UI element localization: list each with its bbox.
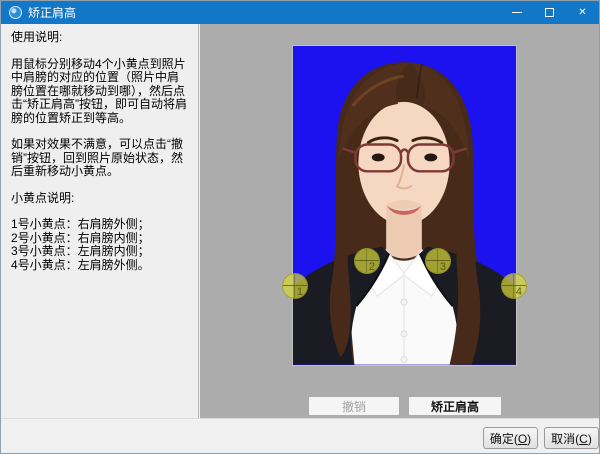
shoulder-dot-2[interactable]: 2 xyxy=(354,248,380,274)
close-button[interactable]: ✕ xyxy=(566,1,599,24)
crosshair-horizontal xyxy=(426,260,450,261)
dot-number: 1 xyxy=(296,286,303,298)
usage-paragraph-2: 如果对效果不满意，可以点击“撤销”按钮，回到照片原始状态，然后重新移动小黄点。 xyxy=(11,137,183,178)
dot-legend-2: 2号小黄点：右肩膀内侧； xyxy=(11,230,150,245)
dot-number: 4 xyxy=(515,286,522,298)
correct-shoulder-button[interactable]: 矫正肩高 xyxy=(408,396,502,416)
footer-bar: 确定(O) 取消(C) xyxy=(1,418,599,453)
crosshair-vertical xyxy=(513,274,514,298)
maximize-button[interactable] xyxy=(533,1,566,24)
crosshair-horizontal xyxy=(502,285,526,286)
cancel-mnemonic: C xyxy=(579,431,588,446)
minimize-button[interactable] xyxy=(500,1,533,24)
correct-shoulder-dialog: 矫正肩高 ✕ 使用说明: 用鼠标分别移动4个小黄点到照片中肩膀的对应的位置（照片… xyxy=(0,0,600,454)
window-title: 矫正肩高 xyxy=(28,6,77,20)
dot-number: 3 xyxy=(439,261,446,273)
window-controls: ✕ xyxy=(500,1,599,24)
minimize-icon xyxy=(511,12,522,13)
ok-mnemonic: O xyxy=(517,431,528,446)
usage-title: 使用说明: xyxy=(11,30,63,44)
cancel-label-suffix: ) xyxy=(587,431,592,446)
usage-paragraph-1: 用鼠标分别移动4个小黄点到照片中肩膀的对应的位置（照片中肩膀位置在哪就移动到哪）… xyxy=(11,56,187,125)
ok-button[interactable]: 确定(O) xyxy=(483,427,538,449)
instructions-panel: 使用说明: 用鼠标分别移动4个小黄点到照片中肩膀的对应的位置（照片中肩膀位置在哪… xyxy=(1,24,199,418)
ok-label-suffix: ) xyxy=(527,431,532,446)
undo-button[interactable]: 撤销 xyxy=(308,396,400,416)
shoulder-dot-4[interactable]: 4 xyxy=(501,273,527,299)
cancel-button[interactable]: 取消(C) xyxy=(544,427,599,449)
dot-legend-1: 1号小黄点：右肩膀外侧； xyxy=(11,217,150,231)
crosshair-vertical xyxy=(366,249,367,273)
maximize-icon xyxy=(545,8,554,17)
title-bar[interactable]: 矫正肩高 ✕ xyxy=(1,1,599,24)
portrait-photo xyxy=(292,45,517,366)
dot-number: 2 xyxy=(368,261,375,273)
dot-legend-3: 3号小黄点：左肩膀内侧； xyxy=(11,244,150,258)
app-icon xyxy=(9,6,22,19)
crosshair-horizontal xyxy=(355,260,379,261)
crosshair-horizontal xyxy=(283,285,307,286)
shoulder-dot-1[interactable]: 1 xyxy=(282,273,308,299)
dot-legend-4: 4号小黄点：左肩膀外侧。 xyxy=(11,257,150,272)
close-icon: ✕ xyxy=(578,7,587,18)
cancel-label: 取消( xyxy=(551,431,580,446)
crosshair-vertical xyxy=(294,274,295,298)
crosshair-vertical xyxy=(437,249,438,273)
ok-label: 确定( xyxy=(489,431,518,446)
dots-legend-title: 小黄点说明: xyxy=(11,190,75,205)
shoulder-dot-3[interactable]: 3 xyxy=(425,248,451,274)
